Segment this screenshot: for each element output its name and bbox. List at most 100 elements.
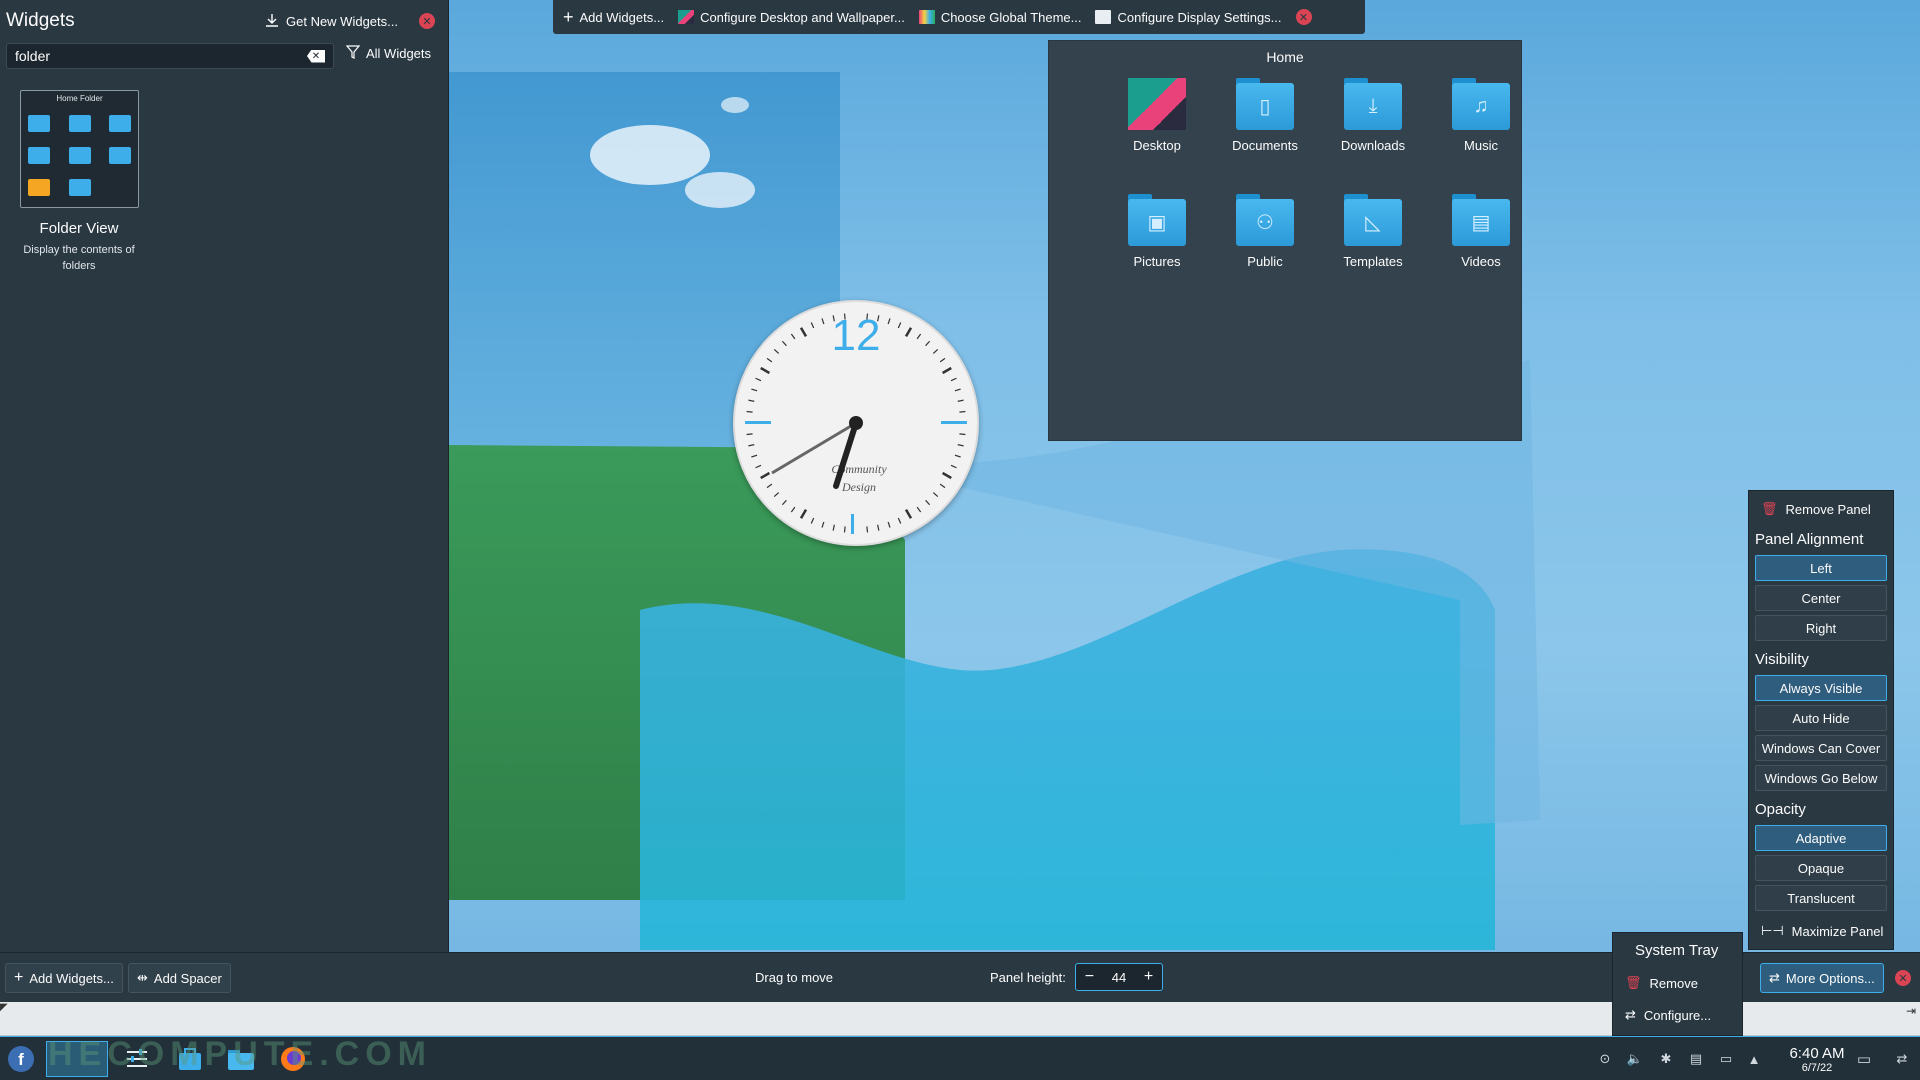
opacity-opaque-button[interactable]: Opaque (1755, 855, 1887, 881)
tray-configure-label: Configure... (1643, 1007, 1712, 1023)
watermark-text: HECOMPUTE.COM (48, 1035, 432, 1073)
opacity-adaptive-button[interactable]: Adaptive (1755, 825, 1887, 851)
align-right-button[interactable]: Right (1755, 615, 1887, 641)
add-spacer-button[interactable]: ⇹ Add Spacer (128, 963, 231, 993)
clock-tick (748, 444, 755, 447)
updates-tray-icon[interactable]: ⊙ (1597, 1051, 1613, 1067)
clock-tick (755, 377, 762, 382)
remove-panel-button[interactable]: 🗑 Remove Panel (1761, 501, 1871, 517)
close-toolbar-icon[interactable]: ✕ (1295, 9, 1312, 25)
clock-tick (799, 508, 808, 519)
visibility-heading: Visibility (1755, 651, 1809, 668)
windows-can-cover-button[interactable]: Windows Can Cover (1755, 735, 1887, 761)
more-options-button[interactable]: ⇄ More Options... (1760, 963, 1884, 993)
clock-tick (760, 366, 771, 375)
folder-item-pictures[interactable]: ▣ Pictures (1107, 194, 1207, 269)
fedora-launcher-icon[interactable]: f (6, 1045, 36, 1073)
bluetooth-tray-icon[interactable]: ✱ (1658, 1051, 1674, 1067)
panel-height-value[interactable]: 44 (1112, 970, 1126, 985)
mini-folder-icon (109, 147, 131, 164)
plus-icon: + (14, 969, 24, 986)
close-panel-edit-icon[interactable]: ✕ (1895, 970, 1911, 986)
add-widgets-toolbar-button[interactable]: + Add Widgets... (563, 7, 665, 27)
filter-label: All Widgets (366, 46, 432, 61)
tray-remove-button[interactable]: 🗑 Remove (1625, 975, 1698, 991)
mini-folder-icon (28, 115, 50, 132)
display-settings-button[interactable]: Configure Display Settings... (1095, 10, 1282, 25)
widgets-sidebar: Widgets Get New Widgets... ✕ folder ✕ Al… (0, 0, 449, 952)
clock-tick (916, 333, 922, 340)
documents-folder-icon: ▯ (1236, 78, 1294, 130)
global-theme-button[interactable]: Choose Global Theme... (918, 10, 1081, 25)
folder-item-desktop[interactable]: Desktop (1107, 78, 1207, 153)
panel-settings-icon[interactable]: ⇄ (1894, 1051, 1910, 1067)
clear-search-icon[interactable]: ✕ (307, 49, 325, 63)
mini-folder-icon (69, 115, 91, 132)
minus-icon[interactable]: − (1085, 968, 1094, 986)
analog-clock-widget[interactable]: 12 Community Design (733, 300, 979, 546)
expand-tray-icon[interactable]: ▲ (1746, 1051, 1762, 1067)
folder-item-public[interactable]: ⚇ Public (1215, 194, 1315, 269)
clock-tick (954, 388, 961, 392)
configure-desktop-label: Configure Desktop and Wallpaper... (700, 9, 905, 25)
windows-go-below-button[interactable]: Windows Go Below (1755, 765, 1887, 791)
downloads-folder-icon: ⤓ (1344, 78, 1402, 130)
volume-tray-icon[interactable]: 🔈 (1627, 1051, 1643, 1067)
align-left-button[interactable]: Left (1755, 555, 1887, 581)
home-folder-title: Home (1266, 49, 1304, 65)
maximize-panel-button[interactable]: ⊢⊣ Maximize Panel (1761, 923, 1883, 939)
add-widgets-label: Add Widgets... (579, 9, 665, 25)
clock-tick (939, 483, 946, 489)
clock-tick (748, 399, 755, 402)
filter-widgets-button[interactable]: All Widgets (345, 45, 432, 62)
always-visible-button[interactable]: Always Visible (1755, 675, 1887, 701)
digital-clock-date[interactable]: 6/7/22 (1782, 1062, 1852, 1074)
panel-height-spinbox[interactable]: − 44 + (1075, 963, 1163, 991)
plus-icon[interactable]: + (1144, 968, 1153, 986)
filter-icon (345, 45, 361, 62)
close-widgets-icon[interactable]: ✕ (419, 13, 435, 29)
configure-desktop-button[interactable]: Configure Desktop and Wallpaper... (678, 10, 905, 25)
folder-label: Templates (1343, 254, 1403, 269)
maximize-icon: ⊢⊣ (1761, 923, 1784, 938)
network-tray-icon[interactable]: ▭ (1718, 1051, 1734, 1067)
tray-configure-button[interactable]: ⇄ Configure... (1625, 1007, 1711, 1023)
clipboard-tray-icon[interactable]: ▤ (1688, 1051, 1704, 1067)
clock-tick (790, 333, 796, 340)
add-spacer-label: Add Spacer (153, 970, 222, 986)
digital-clock-time[interactable]: 6:40 AM (1782, 1045, 1852, 1062)
auto-hide-button[interactable]: Auto Hide (1755, 705, 1887, 731)
opacity-heading: Opacity (1755, 801, 1806, 818)
clock-tick (843, 526, 846, 533)
add-widgets-button[interactable]: + Add Widgets... (5, 963, 123, 993)
get-new-widgets-button[interactable]: Get New Widgets... (264, 8, 398, 34)
clock-tick (950, 377, 957, 382)
folder-view-widget-card[interactable]: Home Folder (20, 90, 139, 208)
widget-search-input[interactable]: folder ✕ (6, 43, 334, 69)
remove-panel-label: Remove Panel (1785, 501, 1871, 517)
plus-icon: + (563, 7, 574, 27)
templates-folder-icon: ◺ (1344, 194, 1402, 246)
clock-tick (773, 348, 780, 354)
system-tray-title: System Tray (1635, 942, 1719, 959)
folder-item-templates[interactable]: ◺ Templates (1323, 194, 1423, 269)
clock-tick (773, 492, 780, 498)
mini-folder-icon (28, 147, 50, 164)
folder-item-videos[interactable]: ▤ Videos (1431, 194, 1531, 269)
show-desktop-icon[interactable]: ▭ (1856, 1051, 1872, 1068)
theme-icon (918, 10, 935, 24)
drag-to-move-label[interactable]: Drag to move (755, 970, 833, 985)
clock-tick (941, 471, 952, 480)
ruler-right-handle-icon[interactable]: ⇥ (1906, 1004, 1916, 1018)
more-options-label: More Options... (1785, 970, 1875, 986)
pictures-folder-icon: ▣ (1128, 194, 1186, 246)
clock-tick (904, 508, 913, 519)
folder-item-documents[interactable]: ▯ Documents (1215, 78, 1315, 153)
folder-item-music[interactable]: ♫ Music (1431, 78, 1531, 153)
panel-height-label: Panel height: (990, 970, 1066, 985)
opacity-translucent-button[interactable]: Translucent (1755, 885, 1887, 911)
clock-tick (821, 318, 825, 325)
folder-item-downloads[interactable]: ⤓ Downloads (1323, 78, 1423, 153)
align-center-button[interactable]: Center (1755, 585, 1887, 611)
ruler-left-handle-icon[interactable]: ◤ (0, 1002, 8, 1013)
